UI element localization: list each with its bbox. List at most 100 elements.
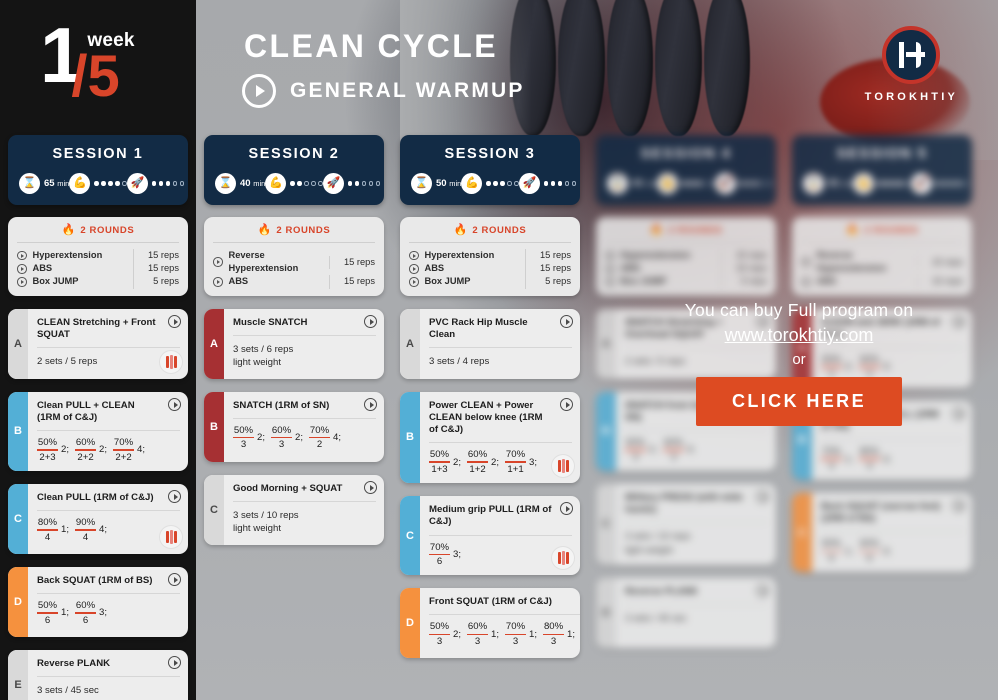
warmup-row-item[interactable]: Hyperextension 15 reps: [17, 249, 179, 263]
play-icon[interactable]: [605, 264, 615, 274]
percent-scheme: 80% 4 1; 90% 4 4;: [37, 511, 180, 543]
play-icon[interactable]: [17, 250, 27, 261]
play-icon[interactable]: [952, 498, 965, 512]
exercise-card[interactable]: A Muscle SNATCH 3 sets / 6 reps light weigh…: [204, 308, 384, 379]
play-circle-icon[interactable]: [242, 74, 276, 108]
play-icon[interactable]: [364, 397, 377, 411]
scheme-item: 70% 2+2 4;: [113, 437, 145, 463]
play-icon[interactable]: [168, 397, 181, 411]
rating-dot: [304, 181, 309, 186]
warmup-exercise-reps: 15 reps: [917, 275, 963, 289]
play-icon[interactable]: [17, 264, 27, 274]
general-warmup-row[interactable]: GENERAL WARMUP: [242, 74, 525, 108]
torokhtiy-mark-icon: [882, 26, 941, 84]
exercise-card[interactable]: E Reverse PLANK 3 sets / 45 sec: [8, 649, 188, 700]
exercise-card[interactable]: B SNATCH (1RM of SN) 50% 3 2; 60% 3 2; 70% 2 4;: [204, 391, 384, 462]
session-column-1: SESSION 1 ⌛ 65 min 💪 🚀 🔥 2 ROUNDS Hyperextensio…: [0, 135, 196, 700]
percent-value: 70%: [309, 424, 330, 436]
session-header-2[interactable]: SESSION 2 ⌛ 40 min 💪 🚀: [204, 135, 384, 205]
percent-value: 70%: [505, 621, 526, 633]
fraction-rule: [821, 458, 842, 460]
exercise-card[interactable]: B Power CLEAN + Power CLEAN below knee (1…: [400, 391, 580, 484]
session-title: SESSION 1: [52, 146, 144, 162]
scheme-item: 80% 4 3;: [859, 446, 891, 472]
warmup-row-item[interactable]: ABS 15 reps: [605, 262, 767, 276]
warmup-row-item[interactable]: Reverse Hyperextension 15 reps: [213, 249, 375, 275]
play-icon[interactable]: [17, 277, 27, 287]
reps-value: 3: [512, 636, 519, 648]
warmup-card: 🔥 2 ROUNDS Hyperextension 15 reps ABS 15 reps…: [8, 217, 188, 296]
rating-dot: [94, 181, 99, 186]
rating-dot: [899, 181, 904, 186]
intensity-stat: 🚀: [714, 173, 773, 194]
session-header-4[interactable]: SESSION 4 ⌛ 45 min 💪 🚀: [596, 135, 776, 205]
warmup-row-item[interactable]: ABS 15 reps: [17, 262, 179, 276]
play-icon[interactable]: [168, 655, 181, 669]
exercise-card[interactable]: B Clean PULL + CLEAN (1RM of C&J) 50% 2+3 2;…: [8, 391, 188, 471]
rating-dot: [354, 181, 360, 186]
hourglass-icon: ⌛: [803, 173, 824, 194]
play-icon[interactable]: [560, 314, 573, 328]
exercise-card[interactable]: C Medium grip PULL (1RM of C&J) 70% 6 3;: [400, 496, 580, 576]
rating-dot: [368, 181, 374, 186]
play-icon[interactable]: [560, 502, 573, 516]
play-icon[interactable]: [756, 489, 769, 503]
play-icon[interactable]: [213, 277, 223, 287]
warmup-row-item[interactable]: ABS 15 reps: [801, 275, 963, 289]
exercise-card[interactable]: A PVC Rack Hip Muscle Clean 3 sets / 4 rep…: [400, 308, 580, 379]
play-icon[interactable]: [168, 314, 181, 328]
warmup-row-item[interactable]: Box JUMP 5 reps: [409, 275, 571, 289]
exercise-card[interactable]: D Reverse PLANK 3 sets / 45 sec: [596, 578, 776, 649]
play-icon[interactable]: [364, 480, 377, 494]
exercise-card[interactable]: D Back SQUAT (1RM of BS) 50% 6 1; 60% 6 3;: [8, 566, 188, 637]
warmup-row-item[interactable]: Box JUMP 5 reps: [17, 275, 179, 289]
session-header-1[interactable]: SESSION 1 ⌛ 65 min 💪 🚀: [8, 135, 188, 205]
play-icon[interactable]: [409, 277, 419, 287]
sets-value: 2;: [295, 432, 304, 444]
session-stats: ⌛ 65 min 💪 🚀: [18, 173, 185, 194]
exercise-body: CLEAN Stretching + Front SQUAT 2 sets / 5…: [28, 309, 188, 379]
play-icon[interactable]: [605, 277, 615, 287]
play-icon[interactable]: [605, 250, 615, 261]
play-icon[interactable]: [168, 489, 181, 503]
play-icon[interactable]: [213, 257, 223, 267]
scheme-item: 50% 3 2;: [625, 437, 657, 463]
rating-dot: [493, 181, 498, 186]
percent-value: 50%: [233, 424, 254, 436]
exercise-card[interactable]: C Good Morning + SQUAT 3 sets / 10 reps lig…: [204, 474, 384, 545]
exercise-card[interactable]: C Clean PULL (1RM of C&J) 80% 4 1; 90% 4 4;: [8, 483, 188, 554]
warmup-row-item[interactable]: Reverse Hyperextension 15 reps: [801, 249, 963, 275]
strength-dots: [486, 181, 519, 186]
session-header-3[interactable]: SESSION 3 ⌛ 50 min 💪 🚀: [400, 135, 580, 205]
play-icon[interactable]: [560, 397, 573, 411]
warmup-row-item[interactable]: Box JUMP 5 reps: [605, 275, 767, 289]
play-icon[interactable]: [364, 314, 377, 328]
brand-logo: TOROKHTIY: [865, 26, 958, 103]
exercise-card[interactable]: C Military PRESS (with wide hands) 3 sets …: [596, 483, 776, 566]
exercise-card[interactable]: A CLEAN Stretching + Front SQUAT 2 sets / …: [8, 308, 188, 379]
exercise-card[interactable]: C Back SQUAT (narrow feet) (1RM of BS) 50%…: [792, 492, 972, 573]
exercise-letter-strip: B: [204, 391, 224, 462]
play-icon[interactable]: [409, 264, 419, 274]
fraction-rule: [663, 449, 685, 451]
warmup-rows: Reverse Hyperextension 15 reps ABS 15 reps: [792, 249, 972, 289]
exercise-card[interactable]: D Front SQUAT (1RM of C&J) 50% 3 2; 60% 3 1; 70%…: [400, 588, 580, 659]
play-icon[interactable]: [801, 257, 811, 267]
reps-value: 3: [632, 451, 639, 463]
exercise-body: Medium grip PULL (1RM of C&J) 70% 6 3;: [420, 496, 580, 575]
percent-scheme: 50% 1+3 2; 60% 1+2 2; 70% 1+1 3;: [429, 443, 572, 475]
warmup-row-item[interactable]: Hyperextension 15 reps: [605, 249, 767, 263]
play-icon[interactable]: [409, 250, 419, 261]
warmup-row-item[interactable]: ABS 15 reps: [213, 275, 375, 289]
session-header-5[interactable]: SESSION 5 ⌛ 55 min 💪 🚀: [792, 135, 972, 205]
play-icon[interactable]: [801, 277, 811, 287]
warmup-exercise-reps: 5 reps: [721, 275, 767, 289]
hourglass-icon: ⌛: [215, 173, 236, 194]
percent-scheme: 50%32;60%31;70%31;80%31;90%33;: [429, 615, 580, 647]
play-icon[interactable]: [168, 572, 181, 586]
click-here-button[interactable]: CLICK HERE: [695, 377, 902, 426]
warmup-row-item[interactable]: ABS 15 reps: [409, 262, 571, 276]
warmup-row-item[interactable]: Hyperextension 15 reps: [409, 249, 571, 263]
sets-value: 1;: [845, 453, 854, 465]
cta-website-link[interactable]: www.torokhtiy.com: [725, 325, 874, 346]
